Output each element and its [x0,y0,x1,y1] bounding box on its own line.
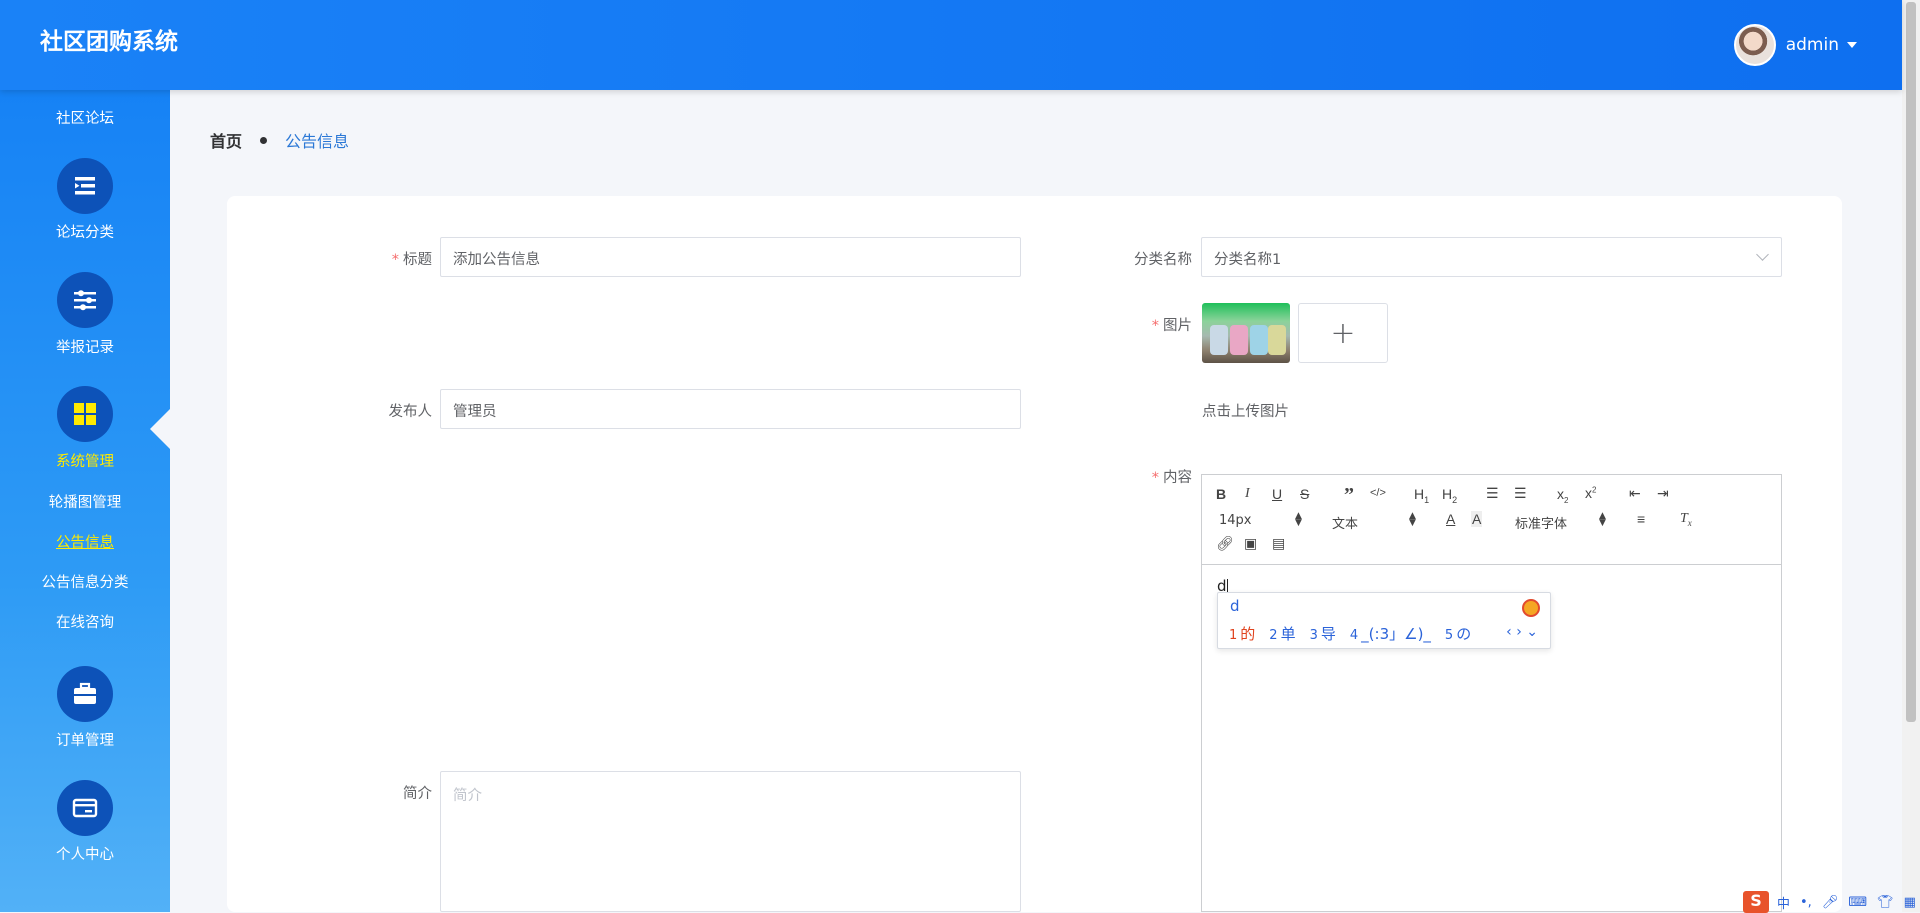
chevron-down-icon [1756,248,1769,261]
clear-format-icon[interactable]: Tx [1680,511,1692,528]
publisher-label: 发布人 [388,404,433,420]
ime-candidate-list: 1的 2单 3导 4 _(:3」∠)_ 5の [1229,623,1485,644]
ime-candidate-window: d 1的 2单 3导 4 _(:3」∠)_ 5の ‹ › ⌄ [1217,592,1551,649]
top-header: 社区团购系统 admin [0,0,1902,90]
heading1-icon[interactable]: H1 [1414,486,1429,505]
page-scrollbar[interactable] [1902,0,1920,912]
outdent-icon[interactable]: ⇤ [1629,485,1641,502]
sidebar-item-forum-category[interactable]: 论坛分类 [0,221,170,242]
publisher-input[interactable]: 管理员 [440,389,1021,429]
active-indicator [150,409,170,449]
ime-candidate[interactable]: 2单 [1269,623,1295,644]
ime-tray-logo[interactable]: S [1743,891,1769,913]
content-label: * 内容 [1151,470,1192,486]
ime-logo-icon[interactable] [1522,599,1540,617]
grid-icon [74,403,96,425]
italic-icon[interactable]: I [1245,486,1250,502]
ime-tray: S 中 •, 🎤︎ ⌨︎ 👕︎ ▦ [1743,891,1920,913]
subscript-icon[interactable]: x2 [1557,486,1568,505]
sidebar-icon-order-management[interactable] [57,666,113,722]
required-mark: * [1151,318,1159,334]
font-color-icon[interactable]: A [1446,511,1455,527]
breadcrumb: 首页 公告信息 [210,128,349,152]
sidebar-subitem-banner[interactable]: 轮播图管理 [0,491,170,512]
sidebar-subitem-announcement[interactable]: 公告信息 [0,531,170,552]
required-mark: * [1151,470,1159,486]
ime-input-text: d [1230,597,1240,615]
app-title: 社区团购系统 [40,29,178,55]
title-label: * 标题 [391,252,432,268]
select-arrows-icon: ▲ ▼ [1599,511,1606,528]
summary-label: 简介 [403,786,432,802]
username[interactable]: admin [1786,35,1839,55]
indent-icon[interactable]: ⇥ [1657,485,1669,502]
user-menu[interactable]: admin [1733,24,1857,66]
sidebar-item-forum[interactable]: 社区论坛 [0,107,170,128]
link-icon[interactable]: 🔗︎ [1216,535,1234,552]
sidebar-icon-report-records[interactable] [57,272,113,328]
briefcase-icon [74,682,96,704]
toolbox-icon[interactable]: ▦ [1904,895,1916,910]
sidebar-item-personal-center[interactable]: 个人中心 [0,843,170,864]
select-arrows-icon: ▲ ▼ [1409,511,1416,528]
ime-page-nav-icon[interactable]: ‹ › ⌄ [1506,624,1538,640]
breadcrumb-home[interactable]: 首页 [210,128,242,152]
microphone-icon[interactable]: 🎤︎ [1822,895,1839,910]
summary-textarea[interactable]: 简介 [440,771,1021,912]
image-label: * 图片 [1151,318,1192,334]
upload-image-button[interactable]: + [1298,303,1388,363]
breadcrumb-current: 公告信息 [285,132,350,151]
avatar[interactable] [1733,24,1776,66]
category-selected-value: 分类名称1 [1214,252,1282,268]
strikethrough-icon[interactable]: S [1300,486,1309,502]
breadcrumb-separator [260,136,268,144]
sidebar-subitem-consultation[interactable]: 在线咨询 [0,611,170,632]
chevron-down-icon[interactable] [1847,42,1857,48]
ordered-list-icon[interactable]: ☰ [1486,485,1499,502]
menu-list-icon [75,177,95,195]
heading2-icon[interactable]: H2 [1442,486,1457,505]
sidebar: 社区论坛 论坛分类 举报记录 系统管理 轮播图管理 公告信息 公告信息分类 在线… [0,90,170,912]
background-color-icon[interactable]: A [1471,511,1483,527]
title-input[interactable]: 添加公告信息 [440,237,1021,277]
sidebar-item-system-management[interactable]: 系统管理 [0,450,170,471]
sidebar-item-order-management[interactable]: 订单管理 [0,729,170,750]
keyboard-icon[interactable]: ⌨︎ [1848,895,1867,910]
font-size-select[interactable]: 14px [1219,513,1252,528]
sidebar-icon-system-management[interactable] [57,386,113,442]
blockquote-icon[interactable]: ” [1344,484,1354,507]
rich-text-editor[interactable]: B I U S ” </> H1 H2 ☰ ☰ x2 x2 ⇤ ⇥ 14px ▲… [1201,474,1782,912]
font-family-select[interactable]: 标准字体 [1515,513,1567,532]
ime-candidate[interactable]: 3导 [1310,623,1336,644]
image-icon[interactable]: ▣ [1244,535,1257,552]
sidebar-item-report-records[interactable]: 举报记录 [0,336,170,357]
scrollbar-thumb[interactable] [1906,2,1916,722]
bullet-list-icon[interactable]: ☰ [1514,485,1527,502]
select-arrows-icon: ▲ ▼ [1295,511,1302,528]
uploaded-image-thumbnail[interactable] [1202,303,1290,363]
video-icon[interactable]: ▤ [1272,535,1285,552]
sidebar-icon-forum-category[interactable] [57,158,113,214]
required-mark: * [391,252,399,268]
category-select[interactable]: 分类名称1 [1201,237,1782,277]
ime-candidate[interactable]: 1的 [1229,623,1255,644]
sidebar-subitem-announcement-category[interactable]: 公告信息分类 [0,571,170,592]
ime-candidate[interactable]: 4 _(:3」∠)_ [1350,623,1431,644]
bold-icon[interactable]: B [1216,486,1226,502]
sidebar-icon-personal-center[interactable] [57,780,113,836]
skin-icon[interactable]: 👕︎ [1877,895,1894,910]
wallet-card-icon [72,798,98,818]
underline-icon[interactable]: U [1272,486,1282,502]
superscript-icon[interactable]: x2 [1585,485,1596,501]
sliders-icon [74,290,96,311]
code-block-icon[interactable]: </> [1370,487,1386,499]
ime-candidate[interactable]: 5の [1445,623,1471,644]
editor-toolbar: B I U S ” </> H1 H2 ☰ ☰ x2 x2 ⇤ ⇥ 14px ▲… [1202,475,1781,565]
align-left-icon[interactable]: ≡ [1637,511,1645,527]
header-select[interactable]: 文本 [1332,513,1358,532]
upload-hint: 点击上传图片 [1202,404,1289,420]
ime-language-indicator[interactable]: 中 [1777,893,1790,912]
punctuation-icon[interactable]: •, [1800,895,1812,910]
category-label: 分类名称 [1134,252,1192,268]
